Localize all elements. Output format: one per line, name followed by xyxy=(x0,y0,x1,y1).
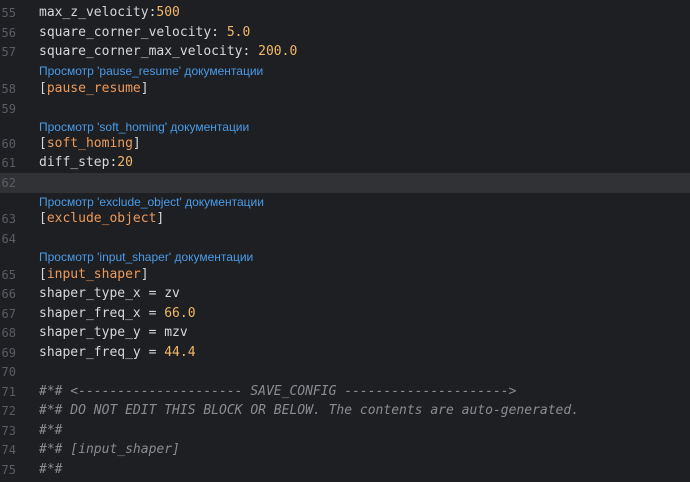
line-number: 68 xyxy=(1,326,16,340)
line-number: 74 xyxy=(1,443,16,457)
code-text: shaper_type_x = zv xyxy=(39,284,180,304)
code-text: [pause_resume] xyxy=(39,79,149,99)
config-key: shaper_freq_y = xyxy=(39,345,165,360)
line-number: 61 xyxy=(1,156,16,170)
comment-text: #*# xyxy=(39,423,63,438)
code-line[interactable]: 58 [pause_resume] xyxy=(0,79,690,99)
bracket-close: ] xyxy=(156,211,165,226)
code-text: diff_step:20 xyxy=(39,153,133,173)
config-value: 200.0 xyxy=(258,44,298,59)
comment-text: #*# xyxy=(39,462,63,477)
config-key: square_corner_max_velocity: xyxy=(39,44,259,59)
bracket-close: ] xyxy=(132,136,141,151)
config-value: 500 xyxy=(156,5,180,20)
doc-link-pause-resume[interactable]: Просмотр 'pause_resume' документации xyxy=(39,63,263,79)
line-number: 58 xyxy=(1,82,16,96)
section-name: soft_homing xyxy=(46,136,133,151)
code-line[interactable]: 69 shaper_freq_y = 44.4 xyxy=(0,343,690,363)
line-number: 66 xyxy=(1,287,16,301)
code-text: [exclude_object] xyxy=(39,209,164,229)
code-text: shaper_freq_y = 44.4 xyxy=(39,343,196,363)
code-text: shaper_type_y = mzv xyxy=(39,323,188,343)
line-number: 71 xyxy=(1,385,16,399)
line-number: 62 xyxy=(1,176,16,190)
config-value: zv xyxy=(164,286,180,301)
bracket-open: [ xyxy=(39,81,47,96)
code-line[interactable]: 55 max_z_velocity:500 xyxy=(0,3,690,23)
bracket-open: [ xyxy=(39,267,47,282)
line-number: 73 xyxy=(1,424,16,438)
line-number: 57 xyxy=(1,45,16,59)
code-line[interactable]: 71 #*# <--------------------- SAVE_CONFI… xyxy=(0,382,690,402)
comment-text: #*# [input_shaper] xyxy=(39,442,180,457)
config-editor[interactable]: 55 max_z_velocity:500 56 square_corner_v… xyxy=(0,0,690,482)
code-text: max_z_velocity:500 xyxy=(39,3,180,23)
code-line[interactable]: 70 xyxy=(0,362,690,382)
code-line[interactable]: 57 square_corner_max_velocity: 200.0 xyxy=(0,42,690,62)
config-key: shaper_freq_x = xyxy=(39,306,165,321)
code-line[interactable]: 68 shaper_type_y = mzv xyxy=(0,323,690,343)
bracket-open: [ xyxy=(39,136,47,151)
code-line[interactable]: 56 square_corner_velocity: 5.0 xyxy=(0,23,690,43)
line-number: 67 xyxy=(1,307,16,321)
code-line[interactable]: 75 #*# xyxy=(0,460,690,480)
config-value: 44.4 xyxy=(164,345,196,360)
config-key: shaper_type_x = xyxy=(39,286,165,301)
line-number: 69 xyxy=(1,346,16,360)
config-key: square_corner_velocity: xyxy=(39,25,227,40)
comment-text: #*# <--------------------- SAVE_CONFIG -… xyxy=(39,384,517,399)
code-line[interactable]: 59 xyxy=(0,99,690,119)
code-text: square_corner_velocity: 5.0 xyxy=(39,23,250,43)
section-name: pause_resume xyxy=(46,81,141,96)
code-line[interactable]: 61 diff_step:20 xyxy=(0,153,690,173)
code-line[interactable]: 67 shaper_freq_x = 66.0 xyxy=(0,304,690,324)
bracket-close: ] xyxy=(140,81,149,96)
line-number: 64 xyxy=(1,232,16,246)
code-text: [soft_homing] xyxy=(39,134,141,154)
config-value: 66.0 xyxy=(164,306,196,321)
code-line[interactable]: 73 #*# xyxy=(0,421,690,441)
config-value: 5.0 xyxy=(226,25,251,40)
code-line[interactable]: 72 #*# DO NOT EDIT THIS BLOCK OR BELOW. … xyxy=(0,401,690,421)
comment-text: #*# DO NOT EDIT THIS BLOCK OR BELOW. The… xyxy=(39,403,580,418)
code-line[interactable]: 65 [input_shaper] xyxy=(0,265,690,285)
config-key: max_z_velocity: xyxy=(39,5,157,20)
config-key: diff_step: xyxy=(39,155,118,170)
code-line[interactable]: 64 xyxy=(0,229,690,249)
bracket-open: [ xyxy=(39,211,47,226)
doc-link-input-shaper[interactable]: Просмотр 'input_shaper' документации xyxy=(39,249,253,265)
code-line[interactable]: 63 [exclude_object] xyxy=(0,209,690,229)
line-number: 72 xyxy=(1,404,16,418)
line-number: 63 xyxy=(1,212,16,226)
line-number: 60 xyxy=(1,137,16,151)
section-name: exclude_object xyxy=(46,211,157,226)
code-line[interactable]: 60 [soft_homing] xyxy=(0,134,690,154)
section-name: input_shaper xyxy=(46,267,141,282)
config-value: mzv xyxy=(164,325,188,340)
line-number: 56 xyxy=(1,26,16,40)
code-text: square_corner_max_velocity: 200.0 xyxy=(39,42,297,62)
code-line[interactable]: 74 #*# [input_shaper] xyxy=(0,440,690,460)
active-code-line[interactable]: 62 xyxy=(0,173,690,193)
line-number: 70 xyxy=(1,365,16,379)
line-number: 75 xyxy=(1,463,16,477)
doc-link-soft-homing[interactable]: Просмотр 'soft_homing' документации xyxy=(39,119,249,135)
bracket-close: ] xyxy=(140,267,149,282)
line-number: 59 xyxy=(1,102,16,116)
code-line[interactable]: 66 shaper_type_x = zv xyxy=(0,284,690,304)
doc-link-exclude-object[interactable]: Просмотр 'exclude_object' документации xyxy=(39,194,264,210)
config-value: 20 xyxy=(117,155,133,170)
line-number: 55 xyxy=(1,6,16,20)
code-text: [input_shaper] xyxy=(39,265,149,285)
code-text: shaper_freq_x = 66.0 xyxy=(39,304,196,324)
config-key: shaper_type_y = xyxy=(39,325,165,340)
line-number: 65 xyxy=(1,268,16,282)
